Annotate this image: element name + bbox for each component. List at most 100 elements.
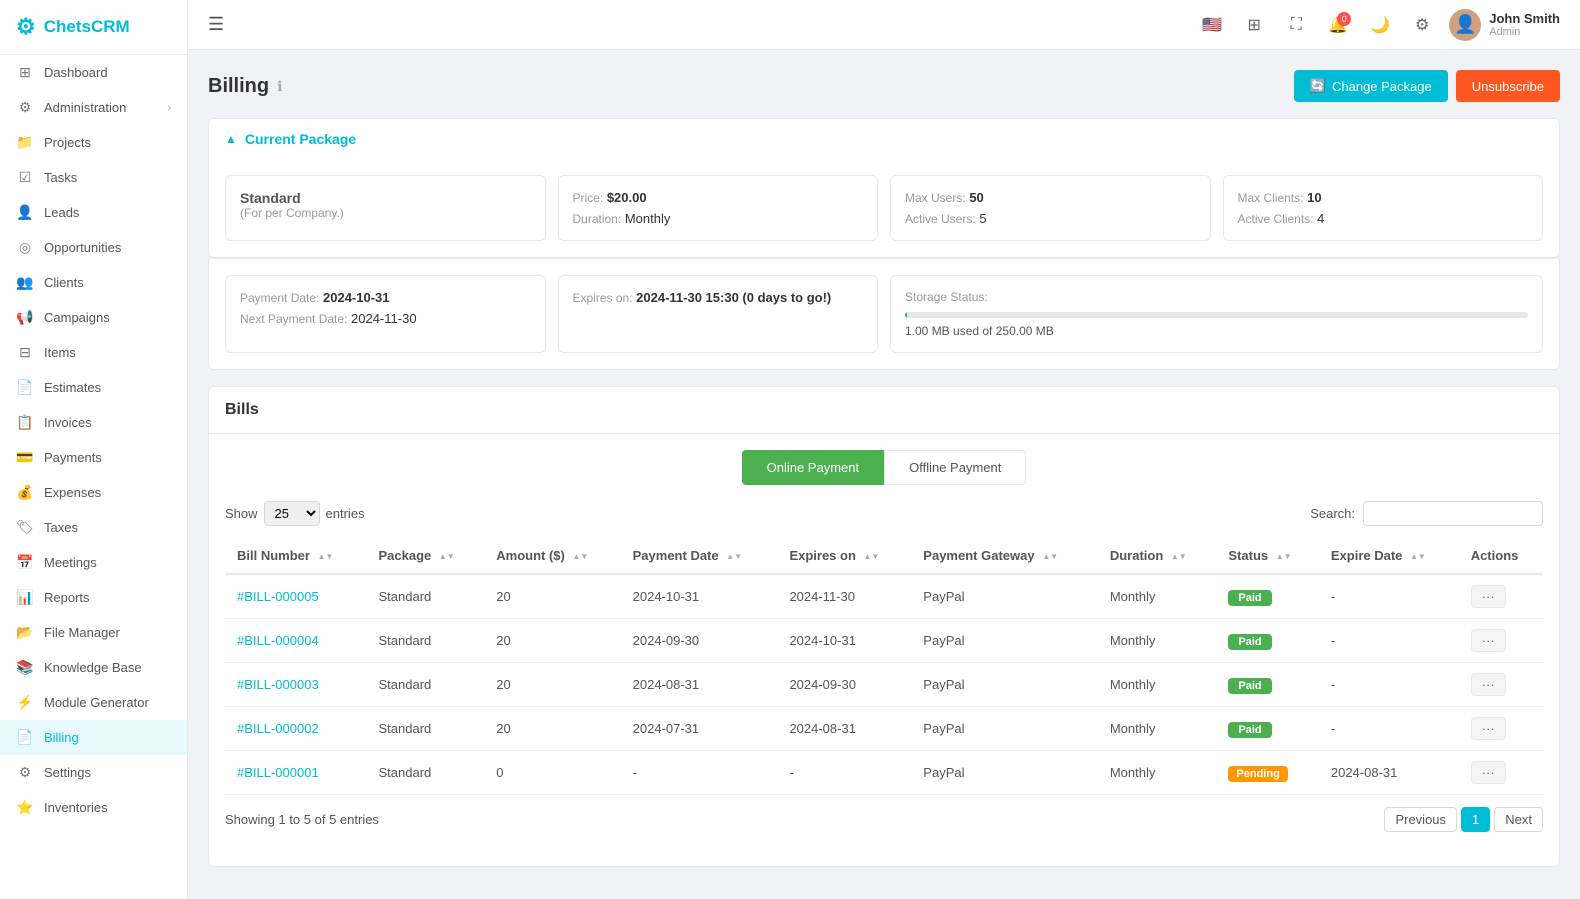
action-button[interactable]: ··· [1471, 717, 1506, 740]
current-package-section: ▲ Current Package Standard (For per Comp… [208, 118, 1560, 370]
prev-page-button[interactable]: Previous [1384, 807, 1457, 832]
cell-actions: ··· [1459, 707, 1543, 751]
pagination-info: Showing 1 to 5 of 5 entries [225, 812, 379, 827]
bill-link[interactable]: #BILL-000003 [237, 677, 319, 692]
nav-icon-leads: 👤 [16, 204, 34, 221]
payment-date-row: Payment Date: 2024-10-31 [240, 290, 531, 305]
sidebar-item-administration[interactable]: ⚙ Administration › [0, 90, 187, 125]
col-expire-date[interactable]: Expire Date ▲▼ [1319, 538, 1459, 574]
sidebar-item-knowledge-base[interactable]: 📚 Knowledge Base [0, 650, 187, 685]
bill-link[interactable]: #BILL-000002 [237, 721, 319, 736]
cell-duration: Monthly [1098, 574, 1217, 619]
notification-icon[interactable]: 🔔 0 [1323, 10, 1353, 40]
change-package-button[interactable]: 🔄 Change Package [1294, 70, 1448, 102]
cell-actions: ··· [1459, 663, 1543, 707]
action-button[interactable]: ··· [1471, 629, 1506, 652]
bills-section: Bills Online Payment Offline Payment Sho… [208, 386, 1560, 867]
col-expires-on[interactable]: Expires on ▲▼ [777, 538, 911, 574]
section-header[interactable]: ▲ Current Package [208, 118, 1560, 159]
sidebar-item-invoices[interactable]: 📋 Invoices [0, 405, 187, 440]
expires-row: Expires on: 2024-11-30 15:30 (0 days to … [573, 290, 864, 305]
cell-actions: ··· [1459, 619, 1543, 663]
sidebar-item-billing[interactable]: 📄 Billing [0, 720, 187, 755]
sidebar-item-inventories[interactable]: ⭐ Inventories [0, 790, 187, 825]
sidebar-item-tasks[interactable]: ☑ Tasks [0, 160, 187, 195]
unsubscribe-button[interactable]: Unsubscribe [1456, 70, 1560, 102]
action-button[interactable]: ··· [1471, 585, 1506, 608]
table-row: #BILL-000001 Standard 0 - - PayPal Month… [225, 751, 1543, 795]
page-title-wrap: Billing ℹ [208, 75, 282, 98]
sidebar-item-file-manager[interactable]: 📂 File Manager [0, 615, 187, 650]
col-duration[interactable]: Duration ▲▼ [1098, 538, 1217, 574]
online-payment-button[interactable]: Online Payment [742, 450, 885, 485]
sidebar-item-reports[interactable]: 📊 Reports [0, 580, 187, 615]
nav-icon-meetings: 📅 [16, 554, 34, 571]
nav-icon-module-generator: ⚡ [16, 694, 34, 711]
col-gateway[interactable]: Payment Gateway ▲▼ [911, 538, 1098, 574]
sidebar-item-expenses[interactable]: 💰 Expenses [0, 475, 187, 510]
flag-icon[interactable]: 🇺🇸 [1197, 10, 1227, 40]
settings-icon[interactable]: ⚙ [1407, 10, 1437, 40]
nav-icon-billing: 📄 [16, 729, 34, 746]
fullscreen-icon[interactable]: ⛶ [1281, 10, 1311, 40]
cell-expire-date: 2024-08-31 [1319, 751, 1459, 795]
sidebar-item-estimates[interactable]: 📄 Estimates [0, 370, 187, 405]
cell-expires-on: 2024-10-31 [777, 619, 911, 663]
table-row: #BILL-000003 Standard 20 2024-08-31 2024… [225, 663, 1543, 707]
nav-label-leads: Leads [44, 205, 79, 220]
col-amount[interactable]: Amount ($) ▲▼ [484, 538, 620, 574]
active-clients-row: Active Clients: 4 [1238, 211, 1529, 226]
avatar: 👤 [1449, 9, 1481, 41]
action-button[interactable]: ··· [1471, 761, 1506, 784]
nav-icon-campaigns: 📢 [16, 309, 34, 326]
grid-icon[interactable]: ⊞ [1239, 10, 1269, 40]
sidebar-item-leads[interactable]: 👤 Leads [0, 195, 187, 230]
bill-link[interactable]: #BILL-000005 [237, 589, 319, 604]
sidebar-item-items[interactable]: ⊟ Items [0, 335, 187, 370]
sidebar-item-opportunities[interactable]: ◎ Opportunities [0, 230, 187, 265]
sidebar-item-clients[interactable]: 👥 Clients [0, 265, 187, 300]
sidebar-item-projects[interactable]: 📁 Projects [0, 125, 187, 160]
page-1-button[interactable]: 1 [1461, 807, 1490, 832]
chevron-up-icon: ▲ [225, 132, 237, 146]
action-button[interactable]: ··· [1471, 673, 1506, 696]
cell-expires-on: - [777, 751, 911, 795]
next-page-button[interactable]: Next [1494, 807, 1543, 832]
offline-payment-button[interactable]: Offline Payment [884, 450, 1026, 485]
user-role: Admin [1489, 26, 1560, 38]
nav-icon-settings: ⚙ [16, 764, 34, 781]
col-package[interactable]: Package ▲▼ [367, 538, 485, 574]
bill-link[interactable]: #BILL-000001 [237, 765, 319, 780]
nav-label-campaigns: Campaigns [44, 310, 110, 325]
search-input[interactable] [1363, 501, 1543, 526]
col-payment-date[interactable]: Payment Date ▲▼ [621, 538, 778, 574]
sidebar-item-settings[interactable]: ⚙ Settings [0, 755, 187, 790]
info-icon[interactable]: ℹ [277, 78, 282, 95]
storage-bar [905, 312, 1528, 318]
sidebar-item-payments[interactable]: 💳 Payments [0, 440, 187, 475]
hamburger-icon[interactable]: ☰ [208, 14, 224, 35]
nav-icon-file-manager: 📂 [16, 624, 34, 641]
bill-link[interactable]: #BILL-000004 [237, 633, 319, 648]
storage-fill [905, 312, 907, 318]
entries-select[interactable]: 25 10 50 100 [264, 501, 320, 526]
nav-label-inventories: Inventories [44, 800, 108, 815]
nav-label-expenses: Expenses [44, 485, 101, 500]
cell-gateway: PayPal [911, 707, 1098, 751]
bills-body: Online Payment Offline Payment Show 25 1… [209, 434, 1559, 866]
nav-label-invoices: Invoices [44, 415, 92, 430]
nav-arrow-administration: › [167, 102, 171, 114]
sidebar-item-dashboard[interactable]: ⊞ Dashboard [0, 55, 187, 90]
sidebar-item-module-generator[interactable]: ⚡ Module Generator [0, 685, 187, 720]
clients-card: Max Clients: 10 Active Clients: 4 [1223, 175, 1544, 241]
storage-used: 1.00 MB used of 250.00 MB [905, 324, 1528, 338]
table-row: #BILL-000005 Standard 20 2024-10-31 2024… [225, 574, 1543, 619]
theme-icon[interactable]: 🌙 [1365, 10, 1395, 40]
sidebar-item-meetings[interactable]: 📅 Meetings [0, 545, 187, 580]
horizontal-scrollbar[interactable] [225, 840, 1543, 850]
col-bill-number[interactable]: Bill Number ▲▼ [225, 538, 367, 574]
col-status[interactable]: Status ▲▼ [1216, 538, 1318, 574]
user-info[interactable]: 👤 John Smith Admin [1449, 9, 1560, 41]
sidebar-item-campaigns[interactable]: 📢 Campaigns [0, 300, 187, 335]
sidebar-item-taxes[interactable]: 🏷 Taxes [0, 510, 187, 545]
